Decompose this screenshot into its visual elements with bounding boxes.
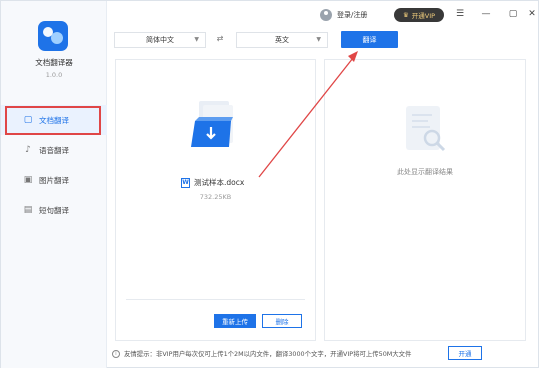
maximize-icon[interactable]: ▢ bbox=[506, 7, 520, 21]
result-document-illustration-icon bbox=[406, 106, 446, 152]
info-icon: i bbox=[112, 349, 120, 358]
file-name-row: W 测试样本.docx bbox=[181, 177, 244, 188]
text-icon: ▤ bbox=[23, 205, 33, 215]
sidebar-item-label: 短句翻译 bbox=[39, 205, 69, 215]
reupload-button[interactable]: 重新上传 bbox=[214, 314, 256, 328]
sidebar-item-voice-translate[interactable]: ♪ 语音翻译 bbox=[1, 135, 107, 165]
image-icon: ▣ bbox=[23, 175, 33, 185]
vip-button[interactable]: ♛ 开通VIP bbox=[394, 8, 444, 22]
crown-icon: ♛ bbox=[402, 11, 409, 19]
file-size: 732.25KB bbox=[199, 193, 232, 201]
sidebar-item-image-translate[interactable]: ▣ 图片翻译 bbox=[1, 165, 107, 195]
sidebar-item-label: 图片翻译 bbox=[39, 175, 69, 185]
microphone-icon: ♪ bbox=[25, 145, 31, 155]
swap-languages-icon[interactable]: ⇄ bbox=[211, 34, 229, 43]
delete-button[interactable]: 删除 bbox=[262, 314, 302, 328]
word-file-icon: W bbox=[181, 177, 190, 188]
translate-button[interactable]: 翻译 bbox=[341, 31, 398, 48]
tip-text: 友情提示：非VIP用户每次仅可上传1个2M以内文件，翻译3000个文字，开通VI… bbox=[124, 350, 412, 358]
minimize-icon[interactable]: — bbox=[479, 7, 493, 21]
chevron-down-icon: ▼ bbox=[194, 36, 199, 43]
source-language-select[interactable]: 简体中文 ▼ bbox=[114, 32, 206, 48]
close-icon[interactable]: ✕ bbox=[525, 7, 539, 21]
app-version: 1.0.0 bbox=[45, 71, 63, 79]
target-language-select[interactable]: 英文 ▼ bbox=[236, 32, 328, 48]
login-link[interactable]: 登录/注册 bbox=[320, 8, 367, 22]
chevron-down-icon: ▼ bbox=[316, 36, 321, 43]
divider bbox=[126, 299, 305, 300]
highlight-box bbox=[5, 106, 101, 135]
avatar-icon bbox=[320, 9, 332, 21]
sidebar-item-label: 语音翻译 bbox=[39, 145, 69, 155]
menu-icon[interactable]: ☰ bbox=[453, 7, 467, 21]
login-label: 登录/注册 bbox=[337, 11, 368, 19]
sidebar-item-sentence-translate[interactable]: ▤ 短句翻译 bbox=[1, 195, 107, 225]
result-placeholder: 此处显示翻译结果 bbox=[397, 168, 453, 176]
sidebar: 文档翻译器 1.0.0 ▢ 文档翻译 ♪ 语音翻译 ▣ 图片翻译 ▤ 短句翻译 bbox=[1, 1, 107, 368]
app-logo bbox=[38, 21, 68, 51]
upload-document-illustration-icon bbox=[191, 101, 233, 147]
open-vip-button[interactable]: 开通 bbox=[448, 346, 482, 360]
translation-result-panel bbox=[324, 59, 526, 341]
footer-tip: i 友情提示：非VIP用户每次仅可上传1个2M以内文件，翻译3000个文字，开通… bbox=[112, 349, 411, 358]
file-name: 测试样本.docx bbox=[194, 178, 245, 187]
app-window: 文档翻译器 1.0.0 ▢ 文档翻译 ♪ 语音翻译 ▣ 图片翻译 ▤ 短句翻译 … bbox=[0, 0, 539, 368]
vip-label: 开通VIP bbox=[411, 12, 436, 20]
target-language-value: 英文 bbox=[275, 36, 289, 44]
app-name: 文档翻译器 bbox=[35, 58, 73, 67]
source-language-value: 简体中文 bbox=[146, 36, 174, 44]
